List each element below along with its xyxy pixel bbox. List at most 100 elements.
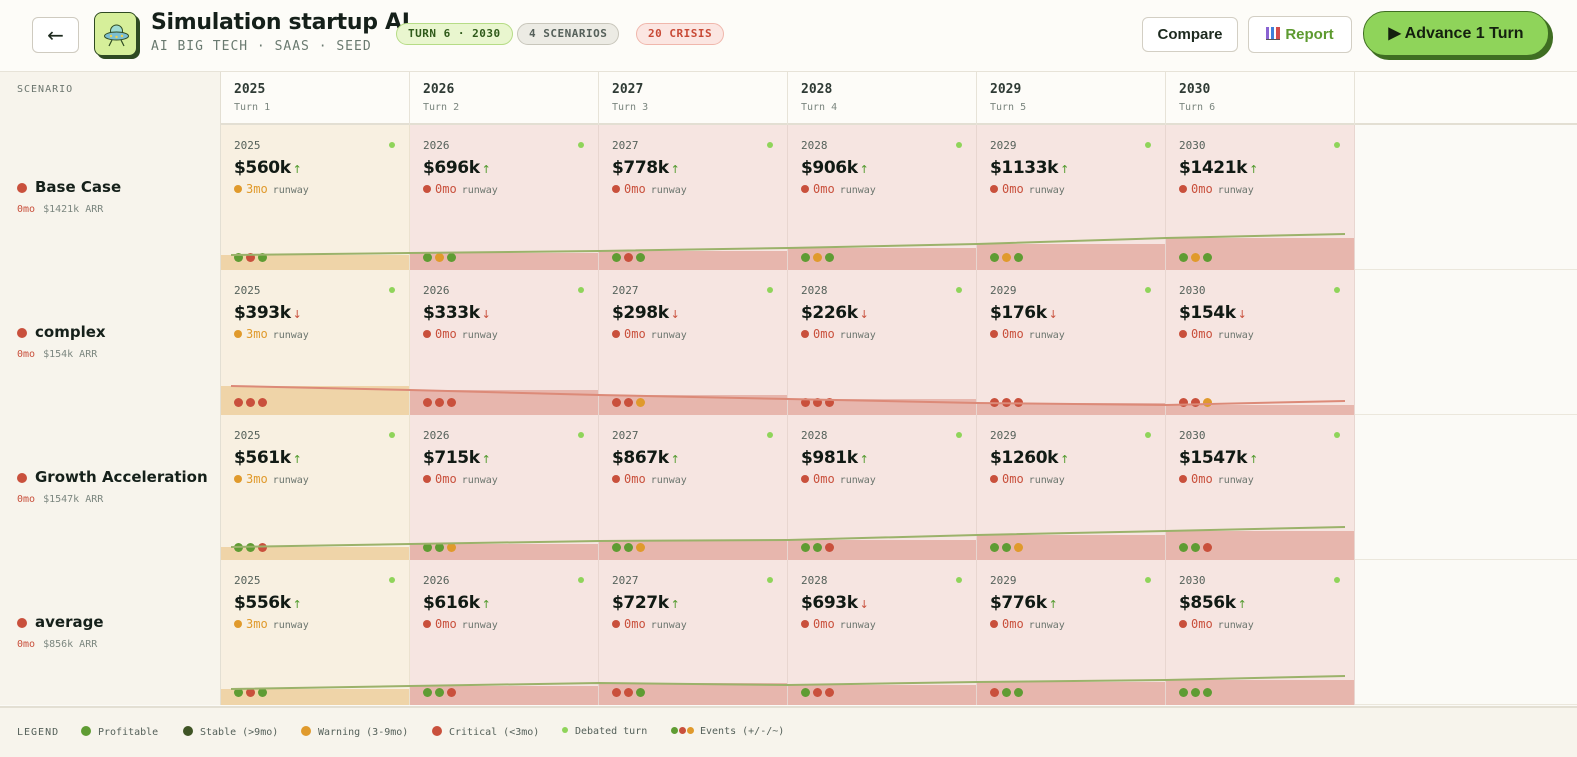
turn-cell[interactable]: 2025 $560k ↑ 3mo runway [221, 125, 410, 270]
advance-turn-button[interactable]: ▶ Advance 1 Turn [1363, 11, 1549, 56]
debated-turn-dot [767, 142, 773, 148]
debated-turn-dot [1334, 287, 1340, 293]
cell-year: 2026 [423, 429, 450, 442]
runway-status-dot [990, 330, 998, 338]
event-dot [447, 253, 456, 262]
runway-value: 0mo [1002, 182, 1024, 196]
compare-button[interactable]: Compare [1142, 17, 1238, 52]
cell-arr: $776k ↑ [990, 593, 1058, 613]
cell-arr-value: $298k [612, 303, 669, 323]
scenario-meta: 0mo $1421k ARR [17, 204, 103, 215]
turn-cell[interactable]: 2027 $727k ↑ 0mo runway [599, 560, 788, 705]
turn-cell[interactable]: 2026 $616k ↑ 0mo runway [410, 560, 599, 705]
runway-word: runway [461, 620, 498, 631]
cell-events [990, 539, 1026, 552]
turn-cell[interactable]: 2026 $715k ↑ 0mo runway [410, 415, 599, 560]
turn-cell[interactable]: 2025 $561k ↑ 3mo runway [221, 415, 410, 560]
page-subtitle: AI BIG TECH · SAAS · SEED [151, 39, 372, 54]
turn-cell[interactable]: 2029 $176k ↓ 0mo runway [977, 270, 1166, 415]
runway-value: 0mo [813, 327, 835, 341]
app-header: ← Simulation startup AI AI BIG TECH · SA… [0, 0, 1577, 72]
scenario-row[interactable]: Growth Acceleration 0mo $1547k ARR 2025 $… [0, 415, 1577, 560]
event-dot [813, 253, 822, 262]
runway-word: runway [839, 475, 876, 486]
cell-runway: 0mo runway [990, 472, 1065, 486]
runway-word: runway [272, 620, 309, 631]
runway-word: runway [461, 185, 498, 196]
cell-arr-value: $226k [801, 303, 858, 323]
runway-status-dot [1179, 475, 1187, 483]
cell-arr: $176k ↓ [990, 303, 1058, 323]
legend-warning: Warning (3-9mo) [301, 726, 408, 738]
runway-status-dot [990, 185, 998, 193]
turn-cell[interactable]: 2028 $226k ↓ 0mo runway [788, 270, 977, 415]
scenario-label-cell[interactable]: complex 0mo $154k ARR [0, 270, 221, 415]
cell-runway: 3mo runway [234, 182, 309, 196]
debated-turn-dot [767, 287, 773, 293]
turn-cell[interactable]: 2027 $778k ↑ 0mo runway [599, 125, 788, 270]
bar-chart-icon [1266, 27, 1281, 40]
turn-cell[interactable]: 2030 $1421k ↑ 0mo runway [1166, 125, 1355, 270]
turn-label: Turn 4 [801, 102, 838, 113]
cell-year: 2028 [801, 574, 828, 587]
event-dot [234, 543, 243, 552]
turn-cell[interactable]: 2030 $1547k ↑ 0mo runway [1166, 415, 1355, 560]
cell-arr-value: $696k [423, 158, 480, 178]
legend: LEGEND Profitable Stable (>9mo) Warning … [0, 706, 1577, 757]
runway-value: 3mo [246, 617, 268, 631]
legend-debated-label: Debated turn [575, 726, 648, 737]
turn-cell[interactable]: 2030 $154k ↓ 0mo runway [1166, 270, 1355, 415]
turn-cell[interactable]: 2029 $1133k ↑ 0mo runway [977, 125, 1166, 270]
turn-cell[interactable]: 2028 $693k ↓ 0mo runway [788, 560, 977, 705]
back-button[interactable]: ← [32, 17, 79, 53]
turn-cell[interactable]: 2026 $333k ↓ 0mo runway [410, 270, 599, 415]
turn-cell[interactable]: 2029 $1260k ↑ 0mo runway [977, 415, 1166, 560]
turn-cell[interactable]: 2027 $298k ↓ 0mo runway [599, 270, 788, 415]
cell-year: 2029 [990, 284, 1017, 297]
trend-arrow-icon: ↓ [859, 598, 869, 611]
scenario-name: complex [35, 323, 106, 341]
cell-arr: $1547k ↑ [1179, 448, 1258, 468]
cell-events [801, 684, 837, 697]
scenario-runway: 0mo [17, 204, 36, 215]
cell-arr-value: $778k [612, 158, 669, 178]
scenario-meta: 0mo $856k ARR [17, 639, 97, 650]
turn-cell[interactable]: 2027 $867k ↑ 0mo runway [599, 415, 788, 560]
scenario-label-cell[interactable]: Growth Acceleration 0mo $1547k ARR [0, 415, 221, 560]
cell-arr: $715k ↑ [423, 448, 491, 468]
scenario-label-cell[interactable]: average 0mo $856k ARR [0, 560, 221, 705]
event-dot [423, 543, 432, 552]
runway-status-dot [801, 620, 809, 628]
turn-cell[interactable]: 2025 $393k ↓ 3mo runway [221, 270, 410, 415]
debated-turn-dot [578, 432, 584, 438]
cell-year: 2030 [1179, 574, 1206, 587]
turn-cell[interactable]: 2029 $776k ↑ 0mo runway [977, 560, 1166, 705]
cell-runway: 0mo runway [1179, 472, 1254, 486]
event-dot [801, 398, 810, 407]
turn-cell[interactable]: 2028 $906k ↑ 0mo runway [788, 125, 977, 270]
event-dot [624, 543, 633, 552]
trend-arrow-icon: ↑ [481, 163, 491, 176]
report-label: Report [1285, 26, 1334, 43]
scenario-row[interactable]: Base Case 0mo $1421k ARR 2025 $560k ↑ 3mo r… [0, 125, 1577, 270]
turn-cell[interactable]: 2030 $856k ↑ 0mo runway [1166, 560, 1355, 705]
scenario-meta: 0mo $1547k ARR [17, 494, 103, 505]
runway-status-dot [612, 330, 620, 338]
scenario-row[interactable]: average 0mo $856k ARR 2025 $556k ↑ 3mo runw… [0, 560, 1577, 705]
cell-runway: 0mo runway [612, 182, 687, 196]
cell-year: 2025 [234, 429, 261, 442]
cell-events [801, 394, 837, 407]
turn-cell[interactable]: 2028 $981k ↑ 0mo runway [788, 415, 977, 560]
scenario-label-cell[interactable]: Base Case 0mo $1421k ARR [0, 125, 221, 270]
cell-year: 2030 [1179, 429, 1206, 442]
report-button[interactable]: Report [1248, 16, 1352, 53]
scenario-arr: $154k ARR [43, 349, 98, 360]
runway-word: runway [839, 620, 876, 631]
turn-cell[interactable]: 2026 $696k ↑ 0mo runway [410, 125, 599, 270]
turn-cell[interactable]: 2025 $556k ↑ 3mo runway [221, 560, 410, 705]
runway-value: 0mo [1002, 327, 1024, 341]
scenario-row[interactable]: complex 0mo $154k ARR 2025 $393k ↓ 3mo runw… [0, 270, 1577, 415]
runway-value: 0mo [1191, 617, 1213, 631]
runway-status-dot [1179, 330, 1187, 338]
runway-status-dot [990, 475, 998, 483]
